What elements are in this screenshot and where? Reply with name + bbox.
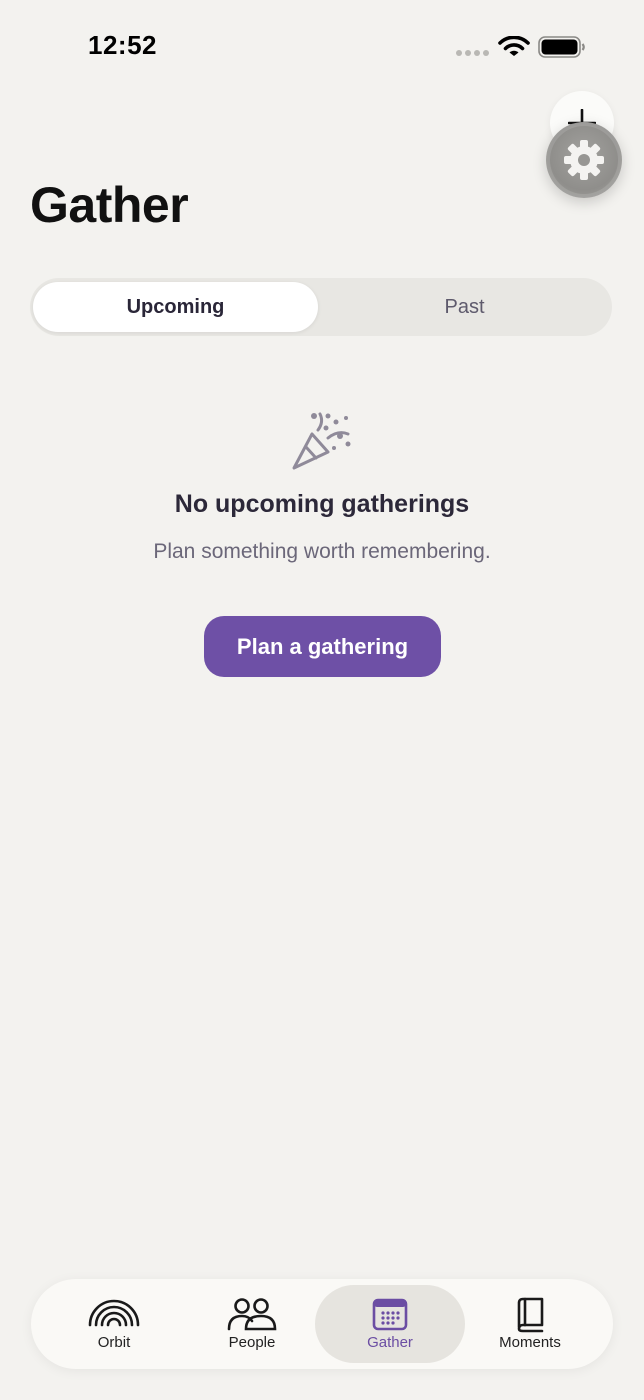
empty-state-subtitle: Plan something worth remembering. bbox=[153, 540, 491, 563]
people-icon bbox=[227, 1298, 277, 1331]
tab-bar-label-orbit: Orbit bbox=[97, 1334, 131, 1351]
tab-bar-item-people[interactable]: People bbox=[177, 1285, 327, 1363]
tab-bar-label-gather: Gather bbox=[367, 1334, 413, 1351]
page-title: Gather bbox=[30, 177, 189, 233]
plan-gathering-button[interactable]: Plan a gathering bbox=[204, 616, 441, 677]
status-bar: 12:52 bbox=[0, 0, 644, 96]
tab-bar-item-moments[interactable]: Moments bbox=[455, 1285, 605, 1363]
gear-icon bbox=[564, 140, 604, 180]
tab-upcoming[interactable]: Upcoming bbox=[33, 282, 318, 332]
bottom-tab-bar: Orbit People Gather Moments bbox=[31, 1279, 613, 1369]
tab-bar-label-people: People bbox=[228, 1334, 276, 1351]
upcoming-past-segmented-control: Upcoming Past bbox=[30, 278, 612, 336]
book-icon bbox=[517, 1297, 544, 1333]
tab-bar-item-orbit[interactable]: Orbit bbox=[39, 1285, 189, 1363]
battery-icon bbox=[538, 36, 585, 58]
rainbow-orbit-icon bbox=[88, 1299, 140, 1327]
calendar-icon bbox=[372, 1298, 408, 1331]
tab-bar-label-moments: Moments bbox=[499, 1334, 561, 1351]
party-popper-icon bbox=[292, 412, 351, 470]
tab-past[interactable]: Past bbox=[322, 282, 607, 332]
tab-bar-item-gather[interactable]: Gather bbox=[315, 1285, 465, 1363]
empty-state-title: No upcoming gatherings bbox=[174, 490, 470, 518]
cellular-signal-icon bbox=[456, 50, 489, 56]
settings-button[interactable] bbox=[546, 122, 622, 198]
status-time: 12:52 bbox=[88, 30, 157, 60]
wifi-icon bbox=[498, 36, 530, 56]
